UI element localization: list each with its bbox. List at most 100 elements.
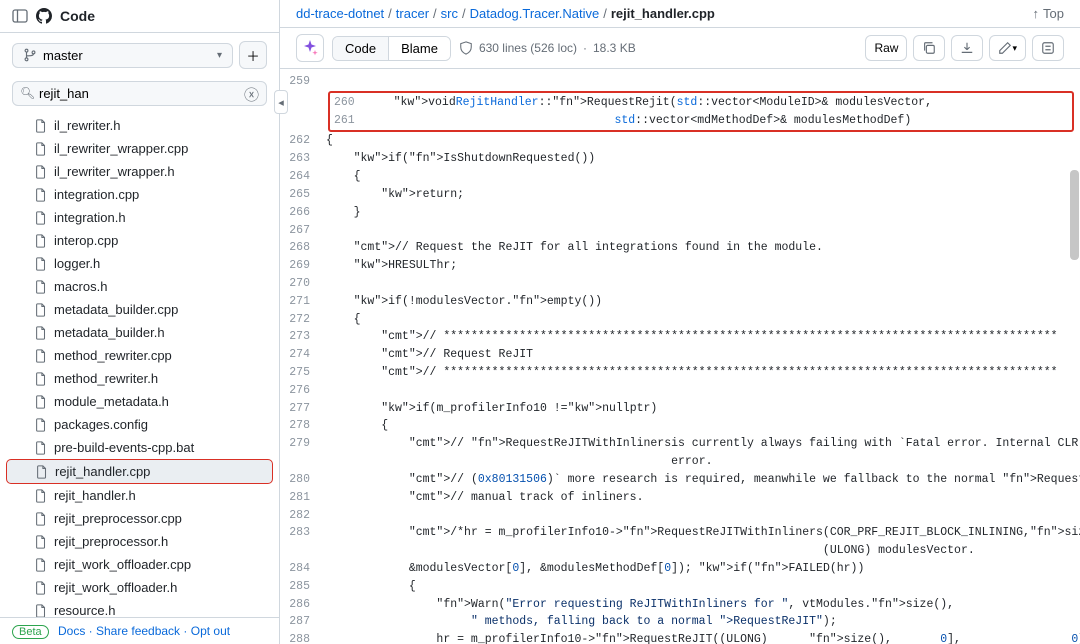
file-item[interactable]: method_rewriter.h	[6, 367, 273, 390]
tab-blame[interactable]: Blame	[389, 37, 450, 60]
code-line[interactable]: 260 "kw">void RejitHandler::"fn">Request…	[334, 94, 1068, 112]
shield-icon	[459, 41, 473, 55]
code-line[interactable]: 266 }	[280, 204, 1080, 222]
file-icon	[34, 489, 48, 503]
code-line[interactable]: 276	[280, 382, 1080, 400]
symbols-button[interactable]	[1032, 35, 1064, 61]
optout-link[interactable]: Opt out	[191, 624, 230, 638]
top-button[interactable]: ↑ Top	[1033, 6, 1064, 21]
file-icon	[34, 604, 48, 618]
code-line[interactable]: 275 "cmt">// ***************************…	[280, 364, 1080, 382]
code-line[interactable]: 279 "cmt">// "fn">RequestReJITWithInline…	[280, 435, 1080, 471]
code-line[interactable]: 264 {	[280, 168, 1080, 186]
code-line[interactable]: 263 "kw">if ("fn">IsShutdownRequested())	[280, 150, 1080, 168]
file-item[interactable]: packages.config	[6, 413, 273, 436]
code-line[interactable]: 286 "fn">Warn("Error requesting ReJITWit…	[280, 596, 1080, 614]
file-tree[interactable]: il_rewriter.hil_rewriter_wrapper.cppil_r…	[0, 114, 279, 617]
file-item[interactable]: rejit_handler.cpp	[6, 459, 273, 484]
code-line[interactable]: 287 " methods, falling back to a normal …	[280, 613, 1080, 631]
file-item[interactable]: rejit_work_offloader.cpp	[6, 553, 273, 576]
code-line[interactable]: 280 "cmt">// (0x80131506)` more research…	[280, 471, 1080, 489]
copilot-button[interactable]	[296, 34, 324, 62]
code-line[interactable]: 270	[280, 275, 1080, 293]
file-icon	[34, 234, 48, 248]
code-line[interactable]: 265 "kw">return;	[280, 186, 1080, 204]
git-branch-icon	[23, 48, 37, 62]
code-line[interactable]: 283 "cmt">/*hr = m_profilerInfo10->"fn">…	[280, 524, 1080, 560]
list-icon	[1041, 41, 1055, 55]
code-line[interactable]: 288 hr = m_profilerInfo10->"fn">RequestR…	[280, 631, 1080, 644]
code-line[interactable]: 278 {	[280, 417, 1080, 435]
file-icon	[34, 188, 48, 202]
file-item[interactable]: rejit_handler.h	[6, 484, 273, 507]
github-logo-icon	[36, 8, 52, 24]
edit-button[interactable]: ▾	[989, 35, 1026, 61]
file-icon	[34, 211, 48, 225]
file-item[interactable]: pre-build-events-cpp.bat	[6, 436, 273, 459]
file-item[interactable]: rejit_preprocessor.cpp	[6, 507, 273, 530]
file-item[interactable]: macros.h	[6, 275, 273, 298]
code-line[interactable]: 284 &modulesVector[0], &modulesMethodDef…	[280, 560, 1080, 578]
code-viewer[interactable]: 259260 "kw">void RejitHandler::"fn">Requ…	[280, 69, 1080, 644]
file-search-input[interactable]	[12, 81, 267, 106]
code-line[interactable]: 272 {	[280, 311, 1080, 329]
file-item[interactable]: resource.h	[6, 599, 273, 617]
file-item[interactable]: rejit_preprocessor.h	[6, 530, 273, 553]
code-line[interactable]: 277 "kw">if (m_profilerInfo10 != "kw">nu…	[280, 400, 1080, 418]
file-item[interactable]: method_rewriter.cpp	[6, 344, 273, 367]
code-line[interactable]: 261 std::vector<mdMethodDef>& modulesMet…	[334, 112, 1068, 130]
file-item[interactable]: module_metadata.h	[6, 390, 273, 413]
code-line[interactable]: 267	[280, 222, 1080, 240]
code-line[interactable]: 259	[280, 73, 1080, 91]
add-file-button[interactable]: ＋	[239, 41, 267, 69]
docs-link[interactable]: Docs	[58, 624, 85, 638]
code-line[interactable]: 281 "cmt">// manual track of inliners.	[280, 489, 1080, 507]
file-item[interactable]: il_rewriter_wrapper.h	[6, 160, 273, 183]
raw-button[interactable]: Raw	[865, 35, 907, 61]
breadcrumb: dd-trace-dotnet/tracer/src/Datadog.Trace…	[280, 0, 1080, 28]
sidebar-toggle-icon[interactable]	[12, 8, 28, 24]
copy-button[interactable]	[913, 35, 945, 61]
scrollbar-thumb[interactable]	[1070, 170, 1079, 260]
code-line[interactable]: 262{	[280, 132, 1080, 150]
file-icon	[34, 119, 48, 133]
file-item[interactable]: rejit_work_offloader.h	[6, 576, 273, 599]
highlight-box: 260 "kw">void RejitHandler::"fn">Request…	[328, 91, 1074, 133]
code-line[interactable]: 268 "cmt">// Request the ReJIT for all i…	[280, 239, 1080, 257]
pencil-icon	[998, 41, 1012, 55]
copy-icon	[922, 41, 936, 55]
breadcrumb-link[interactable]: tracer	[396, 6, 429, 21]
tab-code[interactable]: Code	[333, 37, 389, 60]
code-line[interactable]: 282	[280, 507, 1080, 525]
file-icon	[34, 441, 48, 455]
sidebar-collapse-icon[interactable]: ◂	[274, 90, 288, 114]
breadcrumb-current: rejit_handler.cpp	[611, 6, 715, 21]
file-item[interactable]: integration.cpp	[6, 183, 273, 206]
sparkle-icon	[302, 40, 318, 56]
file-item[interactable]: il_rewriter.h	[6, 114, 273, 137]
download-button[interactable]	[951, 35, 983, 61]
file-item[interactable]: logger.h	[6, 252, 273, 275]
branch-selector[interactable]: master ▾	[12, 43, 233, 68]
file-icon	[34, 372, 48, 386]
file-item[interactable]: interop.cpp	[6, 229, 273, 252]
download-icon	[960, 41, 974, 55]
breadcrumb-link[interactable]: dd-trace-dotnet	[296, 6, 384, 21]
feedback-link[interactable]: Share feedback	[96, 624, 180, 638]
code-line[interactable]: 269 "kw">HRESULT hr;	[280, 257, 1080, 275]
file-size: 18.3 KB	[593, 41, 636, 55]
code-line[interactable]: 271 "kw">if (!modulesVector."fn">empty()…	[280, 293, 1080, 311]
breadcrumb-link[interactable]: src	[441, 6, 458, 21]
code-line[interactable]: 274 "cmt">// Request ReJIT	[280, 346, 1080, 364]
file-item[interactable]: metadata_builder.cpp	[6, 298, 273, 321]
line-count: 630 lines (526 loc)	[479, 41, 577, 55]
breadcrumb-link[interactable]: Datadog.Tracer.Native	[470, 6, 600, 21]
file-item[interactable]: il_rewriter_wrapper.cpp	[6, 137, 273, 160]
code-line[interactable]: 285 {	[280, 578, 1080, 596]
clear-search-icon[interactable]: ⓧ	[244, 84, 259, 105]
file-item[interactable]: integration.h	[6, 206, 273, 229]
code-line[interactable]: 273 "cmt">// ***************************…	[280, 328, 1080, 346]
file-icon	[34, 535, 48, 549]
file-item[interactable]: metadata_builder.h	[6, 321, 273, 344]
file-icon	[34, 558, 48, 572]
